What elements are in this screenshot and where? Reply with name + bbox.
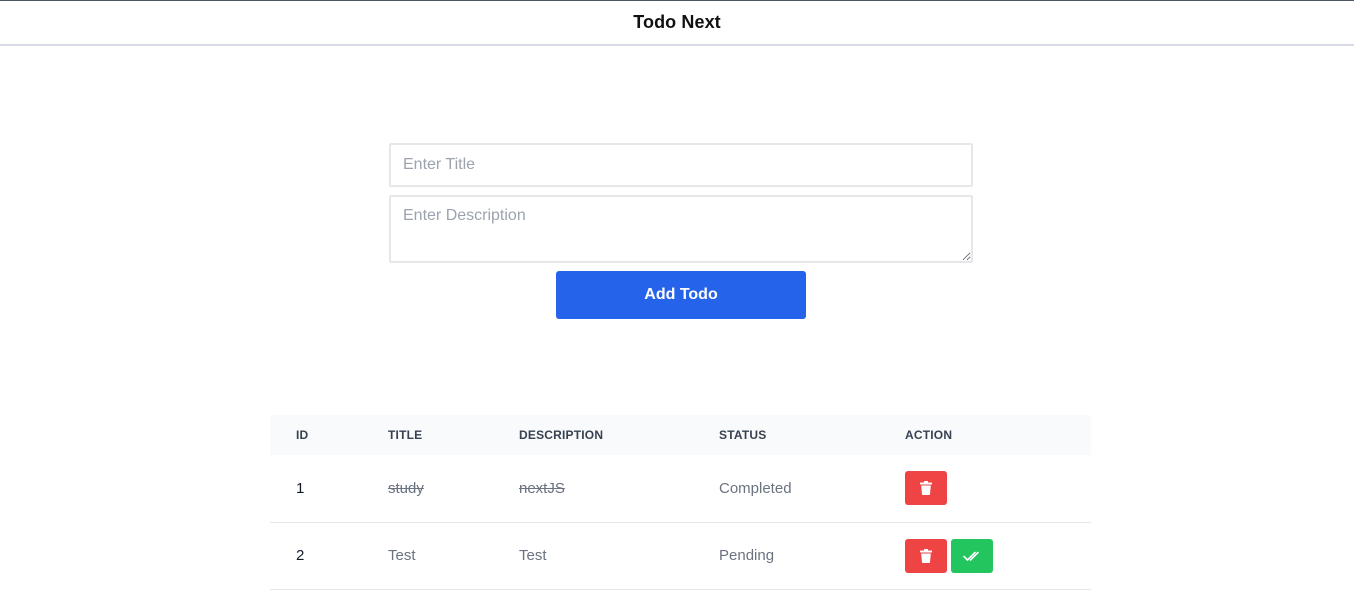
row-description: nextJS xyxy=(519,479,565,497)
delete-button[interactable] xyxy=(905,471,947,506)
todo-table: ID TITLE DESCRIPTION STATUS ACTION 1 stu… xyxy=(270,415,1091,590)
trash-icon xyxy=(920,548,932,563)
trash-icon xyxy=(920,481,932,496)
add-todo-button[interactable]: Add Todo xyxy=(556,271,806,319)
app-title: Todo Next xyxy=(633,12,721,32)
mark-complete-button[interactable] xyxy=(951,538,993,573)
title-input[interactable] xyxy=(389,143,973,187)
row-title: Test xyxy=(388,547,416,564)
row-status: Completed xyxy=(719,479,792,497)
header-status: STATUS xyxy=(719,428,767,442)
row-description: Test xyxy=(519,547,547,564)
double-check-icon xyxy=(963,551,979,561)
todo-table-container: ID TITLE DESCRIPTION STATUS ACTION 1 stu… xyxy=(270,415,1091,590)
row-actions xyxy=(879,455,1091,522)
description-input[interactable] xyxy=(389,195,973,263)
table-header: ID TITLE DESCRIPTION STATUS ACTION xyxy=(270,415,1091,455)
row-id: 1 xyxy=(296,479,305,497)
row-status: Pending xyxy=(719,547,775,564)
header-title: TITLE xyxy=(388,428,423,442)
table-row: 2 Test Test Pending xyxy=(270,522,1091,589)
delete-button[interactable] xyxy=(905,538,947,573)
row-id: 2 xyxy=(296,547,305,564)
row-actions xyxy=(879,522,1091,589)
header-description: DESCRIPTION xyxy=(519,428,604,442)
table-row: 1 study nextJS Completed xyxy=(270,455,1091,522)
header-action: ACTION xyxy=(905,428,953,442)
row-title: study xyxy=(388,479,424,497)
app-header: Todo Next xyxy=(0,1,1354,46)
header-id: ID xyxy=(296,428,309,442)
